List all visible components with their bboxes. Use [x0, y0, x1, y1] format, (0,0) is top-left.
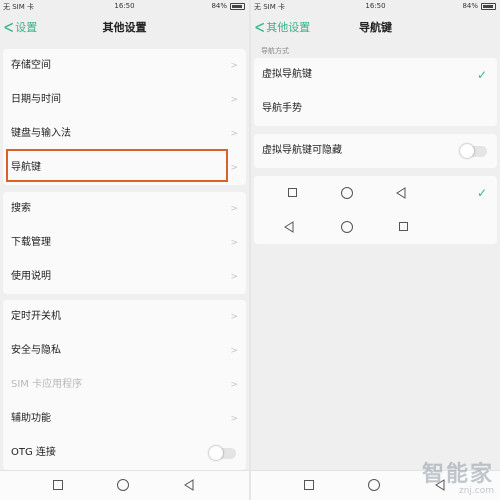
row-sim-apps: SIM 卡应用程序 > — [3, 368, 246, 402]
row-date-time[interactable]: 日期与时间 > — [3, 83, 246, 117]
back-triangle-icon[interactable] — [184, 479, 194, 491]
option-label: 虚拟导航键 — [262, 69, 312, 80]
square-icon[interactable] — [53, 480, 63, 490]
square-icon — [288, 188, 297, 197]
row-label: 使用说明 — [11, 271, 51, 282]
page-title: 其他设置 — [102, 21, 147, 34]
square-icon — [399, 222, 408, 231]
row-label: 导航键 — [11, 162, 41, 173]
chevron-right-icon: > — [230, 272, 238, 282]
chevron-right-icon: > — [230, 238, 238, 248]
row-label: OTG 连接 — [11, 447, 56, 458]
toggle-knob — [209, 446, 223, 460]
chevron-right-icon: > — [230, 380, 238, 390]
back-triangle-icon — [396, 187, 406, 199]
chevron-right-icon: > — [230, 61, 238, 71]
row-label: 辅助功能 — [11, 413, 51, 424]
square-icon[interactable] — [304, 480, 314, 490]
row-security-privacy[interactable]: 安全与隐私 > — [3, 334, 246, 368]
row-label: 定时开关机 — [11, 311, 61, 322]
check-icon: ✓ — [476, 68, 487, 82]
check-icon: ✓ — [476, 186, 487, 200]
row-download-manager[interactable]: 下载管理 > — [3, 226, 246, 260]
row-label: 搜索 — [11, 203, 31, 214]
row-otg: OTG 连接 — [3, 436, 246, 470]
chevron-right-icon: > — [230, 163, 238, 173]
chevron-right-icon: > — [230, 414, 238, 424]
status-bar: 无 SIM 卡 16:50 84% — [251, 0, 500, 13]
option-gestures[interactable]: 导航手势 — [254, 92, 497, 126]
chevron-right-icon: > — [230, 129, 238, 139]
home-circle-icon[interactable] — [117, 479, 129, 491]
right-screen: 无 SIM 卡 16:50 84% <其他设置 导航键 导航方式 虚拟导航键 ✓ … — [251, 0, 500, 500]
layout-option-2[interactable] — [254, 210, 497, 244]
top-nav-bar: <其他设置 导航键 — [251, 13, 500, 41]
otg-toggle[interactable] — [209, 446, 236, 460]
top-nav-bar: <设置 其他设置 — [0, 13, 249, 41]
toggle-knob — [460, 144, 474, 158]
settings-group-search: 搜索 > 下载管理 > 使用说明 > — [3, 192, 246, 294]
battery-percent: 84% — [211, 2, 227, 10]
chevron-right-icon: > — [230, 204, 238, 214]
section-caption: 导航方式 — [261, 47, 289, 55]
circle-icon — [341, 221, 353, 233]
hide-toggle-group: 虚拟导航键可隐藏 — [254, 134, 497, 168]
home-circle-icon[interactable] — [368, 479, 380, 491]
settings-group-storage: 存储空间 > 日期与时间 > 键盘与输入法 > 导航键 > — [3, 49, 246, 185]
circle-icon — [341, 187, 353, 199]
row-search[interactable]: 搜索 > — [3, 192, 246, 226]
nav-mode-group: 虚拟导航键 ✓ 导航手势 — [254, 58, 497, 126]
layout-option-1[interactable]: ✓ — [254, 176, 497, 210]
row-storage[interactable]: 存储空间 > — [3, 49, 246, 83]
row-scheduled-power[interactable]: 定时开关机 > — [3, 300, 246, 334]
row-label: 下载管理 — [11, 237, 51, 248]
row-label: SIM 卡应用程序 — [11, 379, 83, 390]
page-title: 导航键 — [359, 21, 392, 34]
system-nav-bar — [0, 470, 249, 500]
row-hide-virtual-keys: 虚拟导航键可隐藏 — [254, 134, 497, 168]
system-nav-bar — [251, 470, 500, 500]
row-accessibility[interactable]: 辅助功能 > — [3, 402, 246, 436]
row-label: 存储空间 — [11, 60, 51, 71]
battery-icon — [481, 3, 496, 10]
chevron-right-icon: > — [230, 95, 238, 105]
row-navigation-keys[interactable]: 导航键 > — [3, 151, 246, 185]
key-layout-group: ✓ — [254, 176, 497, 244]
row-label: 安全与隐私 — [11, 345, 61, 356]
option-virtual-keys[interactable]: 虚拟导航键 ✓ — [254, 58, 497, 92]
back-triangle-icon[interactable] — [435, 479, 445, 491]
row-instructions[interactable]: 使用说明 > — [3, 260, 246, 294]
hide-virtual-keys-toggle[interactable] — [460, 144, 487, 158]
status-bar: 无 SIM 卡 16:50 84% — [0, 0, 249, 13]
row-keyboard-input[interactable]: 键盘与输入法 > — [3, 117, 246, 151]
back-triangle-icon — [284, 221, 294, 233]
battery-percent: 84% — [462, 2, 478, 10]
row-label: 虚拟导航键可隐藏 — [262, 145, 342, 156]
chevron-right-icon: > — [230, 312, 238, 322]
battery-icon — [230, 3, 245, 10]
option-label: 导航手势 — [262, 103, 302, 114]
row-label: 日期与时间 — [11, 94, 61, 105]
left-screen: 无 SIM 卡 16:50 84% <设置 其他设置 存储空间 > 日期与时间 > … — [0, 0, 249, 500]
row-label: 键盘与输入法 — [11, 128, 71, 139]
chevron-right-icon: > — [230, 346, 238, 356]
settings-group-system: 定时开关机 > 安全与隐私 > SIM 卡应用程序 > 辅助功能 > OTG 连接 — [3, 300, 246, 470]
